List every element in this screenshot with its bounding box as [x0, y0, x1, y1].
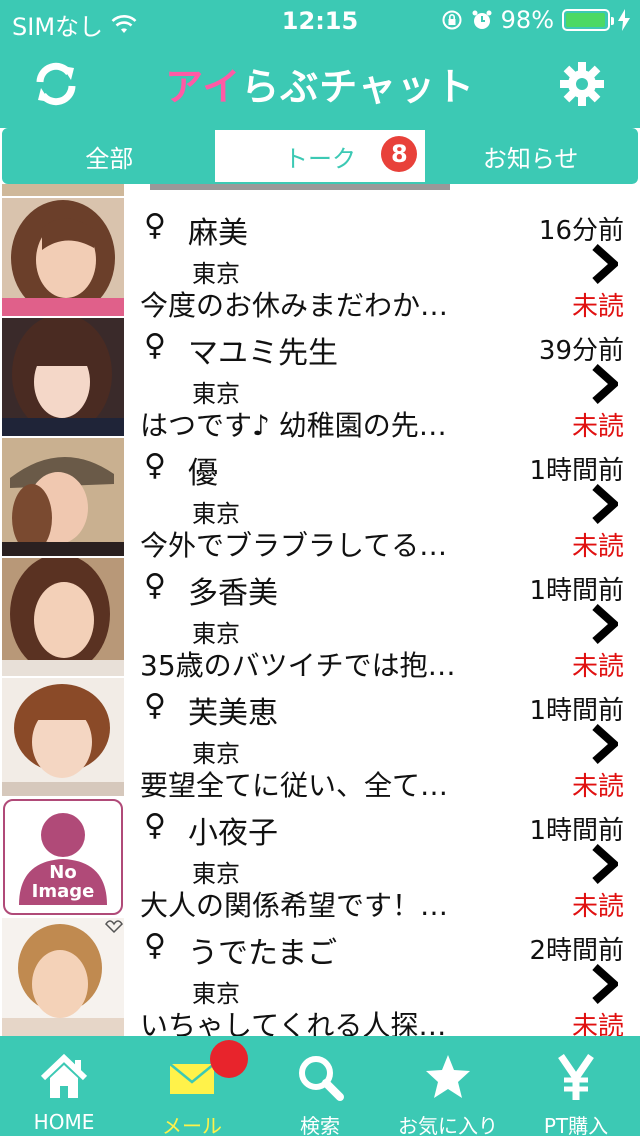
- avatar[interactable]: [2, 678, 124, 796]
- logo-part2: らぶチャット: [241, 65, 475, 109]
- sender-name: 芙美恵: [188, 696, 278, 731]
- nav-favorites-label: お気に入り: [398, 1114, 498, 1136]
- nav-points[interactable]: PT購入: [512, 1036, 640, 1136]
- alarm-icon: [472, 10, 492, 29]
- chevron-right-icon: [592, 244, 618, 284]
- nav-home[interactable]: HOME: [0, 1036, 128, 1136]
- battery-icon: [562, 9, 614, 31]
- timestamp: 1時間前: [529, 456, 624, 486]
- nav-favorites[interactable]: お気に入り: [384, 1036, 512, 1136]
- list-item[interactable]: ♀ 麻美 16分前 東京 今度のお休みまだわか… 未読: [0, 198, 640, 322]
- sender-name: 優: [188, 456, 218, 491]
- list-item[interactable]: ♀ 多香美 1時間前 東京 35歳のバツイチでは抱… 未読: [0, 558, 640, 682]
- unread-status: 未読: [571, 1012, 624, 1036]
- avatar[interactable]: [2, 198, 124, 316]
- avatar[interactable]: [2, 438, 124, 556]
- no-image-line2: Image: [31, 881, 95, 902]
- list-item[interactable]: ♀ 優 1時間前 東京 今外でブラブラしてる… 未読: [0, 438, 640, 562]
- gender-icon: ♀: [144, 208, 166, 243]
- timestamp: 1時間前: [529, 576, 624, 606]
- avatar-placeholder[interactable]: No Image: [3, 799, 123, 915]
- tab-all[interactable]: 全部: [4, 130, 215, 182]
- gender-icon: ♀: [144, 568, 166, 603]
- chevron-right-icon: [592, 484, 618, 524]
- app-logo: アイらぶチャット: [0, 56, 640, 111]
- no-image-line1: No: [49, 862, 77, 883]
- chevron-right-icon: [592, 724, 618, 764]
- list-item[interactable]: ♀ うでたまご 2時間前 東京 いちゃしてくれる人探… 未読: [0, 918, 640, 1036]
- gender-icon: ♀: [144, 688, 166, 723]
- sender-name: うでたまご: [188, 936, 338, 971]
- yen-icon: [558, 1054, 594, 1100]
- unread-count-badge: 8: [381, 136, 418, 172]
- nav-points-label: PT購入: [543, 1114, 609, 1136]
- avatar[interactable]: [2, 318, 124, 436]
- settings-button[interactable]: [558, 60, 606, 108]
- nav-search[interactable]: 検索: [256, 1036, 384, 1136]
- nav-mail[interactable]: メール: [128, 1036, 256, 1136]
- sender-name: 小夜子: [188, 816, 278, 851]
- chevron-right-icon: [592, 604, 618, 644]
- tab-notice[interactable]: お知らせ: [425, 130, 636, 182]
- chevron-right-icon: [592, 964, 618, 1004]
- sender-name: 麻美: [188, 216, 248, 251]
- partial-row: [0, 184, 640, 198]
- status-right: 98%: [441, 6, 630, 34]
- top-bar: SIMなし 12:15 98% アイらぶチャット: [0, 0, 640, 128]
- message-preview: いちゃしてくれる人探…: [140, 1009, 447, 1036]
- message-tabs: 全部 トーク 8 お知らせ: [2, 128, 638, 184]
- gender-icon: ♀: [144, 448, 166, 483]
- status-bar: SIMなし 12:15 98%: [0, 0, 640, 41]
- sender-name: マユミ先生: [188, 336, 338, 371]
- sender-name: 多香美: [188, 576, 278, 611]
- gender-icon: ♀: [144, 928, 166, 963]
- app-header: アイらぶチャット: [0, 40, 640, 128]
- nav-search-label: 検索: [300, 1114, 340, 1136]
- gear-icon: [560, 62, 604, 106]
- avatar[interactable]: [2, 918, 124, 1036]
- gender-icon: ♀: [144, 808, 166, 843]
- notification-dot: [210, 1040, 248, 1078]
- star-icon: [426, 1055, 470, 1098]
- timestamp: 1時間前: [529, 816, 624, 846]
- list-item[interactable]: ♀ マユミ先生 39分前 東京 はつです♪ 幼稚園の先… 未読: [0, 318, 640, 442]
- tab-all-label: 全部: [85, 144, 134, 173]
- gender-icon: ♀: [144, 328, 166, 363]
- tab-talk-label: トーク: [284, 144, 356, 173]
- charging-icon: [618, 9, 630, 31]
- timestamp: 16分前: [538, 216, 624, 246]
- message-list[interactable]: ♀ 麻美 16分前 東京 今度のお休みまだわか… 未読 ♀ マユミ先生 39分前…: [0, 184, 640, 1036]
- battery-percent: 98%: [500, 6, 554, 34]
- timestamp: 1時間前: [529, 696, 624, 726]
- search-icon: [299, 1056, 344, 1101]
- chevron-right-icon: [592, 364, 618, 404]
- tab-notice-label: お知らせ: [482, 144, 579, 173]
- bottom-nav: HOME メール 検索 お気に入り PT購入: [0, 1036, 640, 1136]
- nav-home-label: HOME: [33, 1110, 95, 1134]
- logo-part1: アイ: [165, 65, 242, 109]
- list-item[interactable]: ♀ 芙美恵 1時間前 東京 要望全てに従い、全て… 未読: [0, 678, 640, 802]
- tab-talk[interactable]: トーク 8: [214, 130, 426, 182]
- avatar[interactable]: [2, 558, 124, 676]
- list-item[interactable]: No Image ♀ 小夜子 1時間前 東京 大人の関係希望です！… 未読: [0, 798, 640, 922]
- timestamp: 2時間前: [529, 936, 624, 966]
- timestamp: 39分前: [538, 336, 624, 366]
- nav-mail-label: メール: [162, 1114, 222, 1136]
- rotation-lock-icon: [442, 10, 462, 30]
- chevron-right-icon: [592, 844, 618, 884]
- home-icon: [40, 1053, 88, 1098]
